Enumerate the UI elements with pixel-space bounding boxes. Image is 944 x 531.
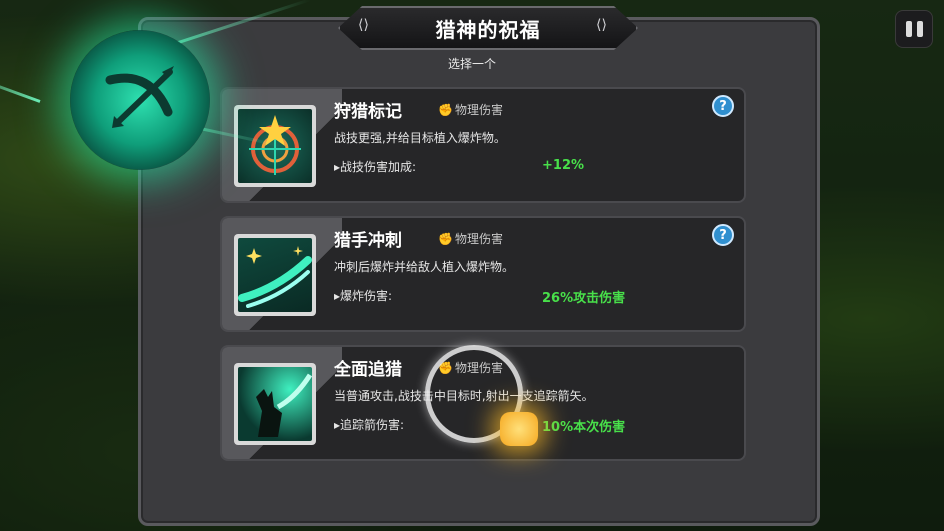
pause-button[interactable] <box>895 10 933 48</box>
bow-arrow-icon <box>70 30 210 170</box>
card-description: 冲刺后爆炸并给敌人植入爆炸物。 <box>334 260 515 274</box>
skill-icon-frame <box>234 234 316 316</box>
card-name: 猎手冲刺 <box>334 231 402 251</box>
damage-type: ✊ 物理伤害 <box>438 103 503 117</box>
stat-value: 10%本次伤害 <box>542 420 626 435</box>
damage-type: ✊ 物理伤害 <box>438 232 503 246</box>
skill-icon-frame <box>234 363 316 445</box>
stat-label: ▸战技伤害加成: <box>334 160 417 174</box>
fist-icon: ✊ <box>438 103 453 117</box>
card-name: 全面追猎 <box>334 360 402 380</box>
help-button[interactable]: ? <box>712 224 734 246</box>
stat-label: ▸爆炸伤害: <box>334 289 393 303</box>
ornament-right-icon: ⟨⟩ <box>596 17 607 33</box>
card-description: 战技更强,并给目标植入爆炸物。 <box>334 131 506 145</box>
pause-icon <box>905 21 912 37</box>
stat-value: 26%攻击伤害 <box>542 291 626 306</box>
help-button[interactable]: ? <box>712 95 734 117</box>
fist-icon: ✊ <box>438 232 453 246</box>
blessing-card-1[interactable]: 狩猎标记 ✊ 物理伤害 ? 战技更强,并给目标植入爆炸物。 ▸战技伤害加成: +1… <box>220 87 746 203</box>
blessing-card-2[interactable]: 猎手冲刺 ✊ 物理伤害 ? 冲刺后爆炸并给敌人植入爆炸物。 ▸爆炸伤害: 26%攻… <box>220 216 746 332</box>
stat-value: +12% <box>542 158 585 173</box>
dialog-title-plate: 猎神的祝福 <box>338 6 638 50</box>
pointing-hand-icon <box>500 412 538 446</box>
ornament-left-icon: ⟨⟩ <box>358 17 369 33</box>
hunter-silhouette-icon <box>238 367 312 441</box>
stat-label: ▸追踪箭伤害: <box>334 418 405 432</box>
dash-slash-icon <box>238 238 312 312</box>
card-name: 狩猎标记 <box>334 102 402 122</box>
dialog-title: 猎神的祝福 <box>435 17 541 42</box>
